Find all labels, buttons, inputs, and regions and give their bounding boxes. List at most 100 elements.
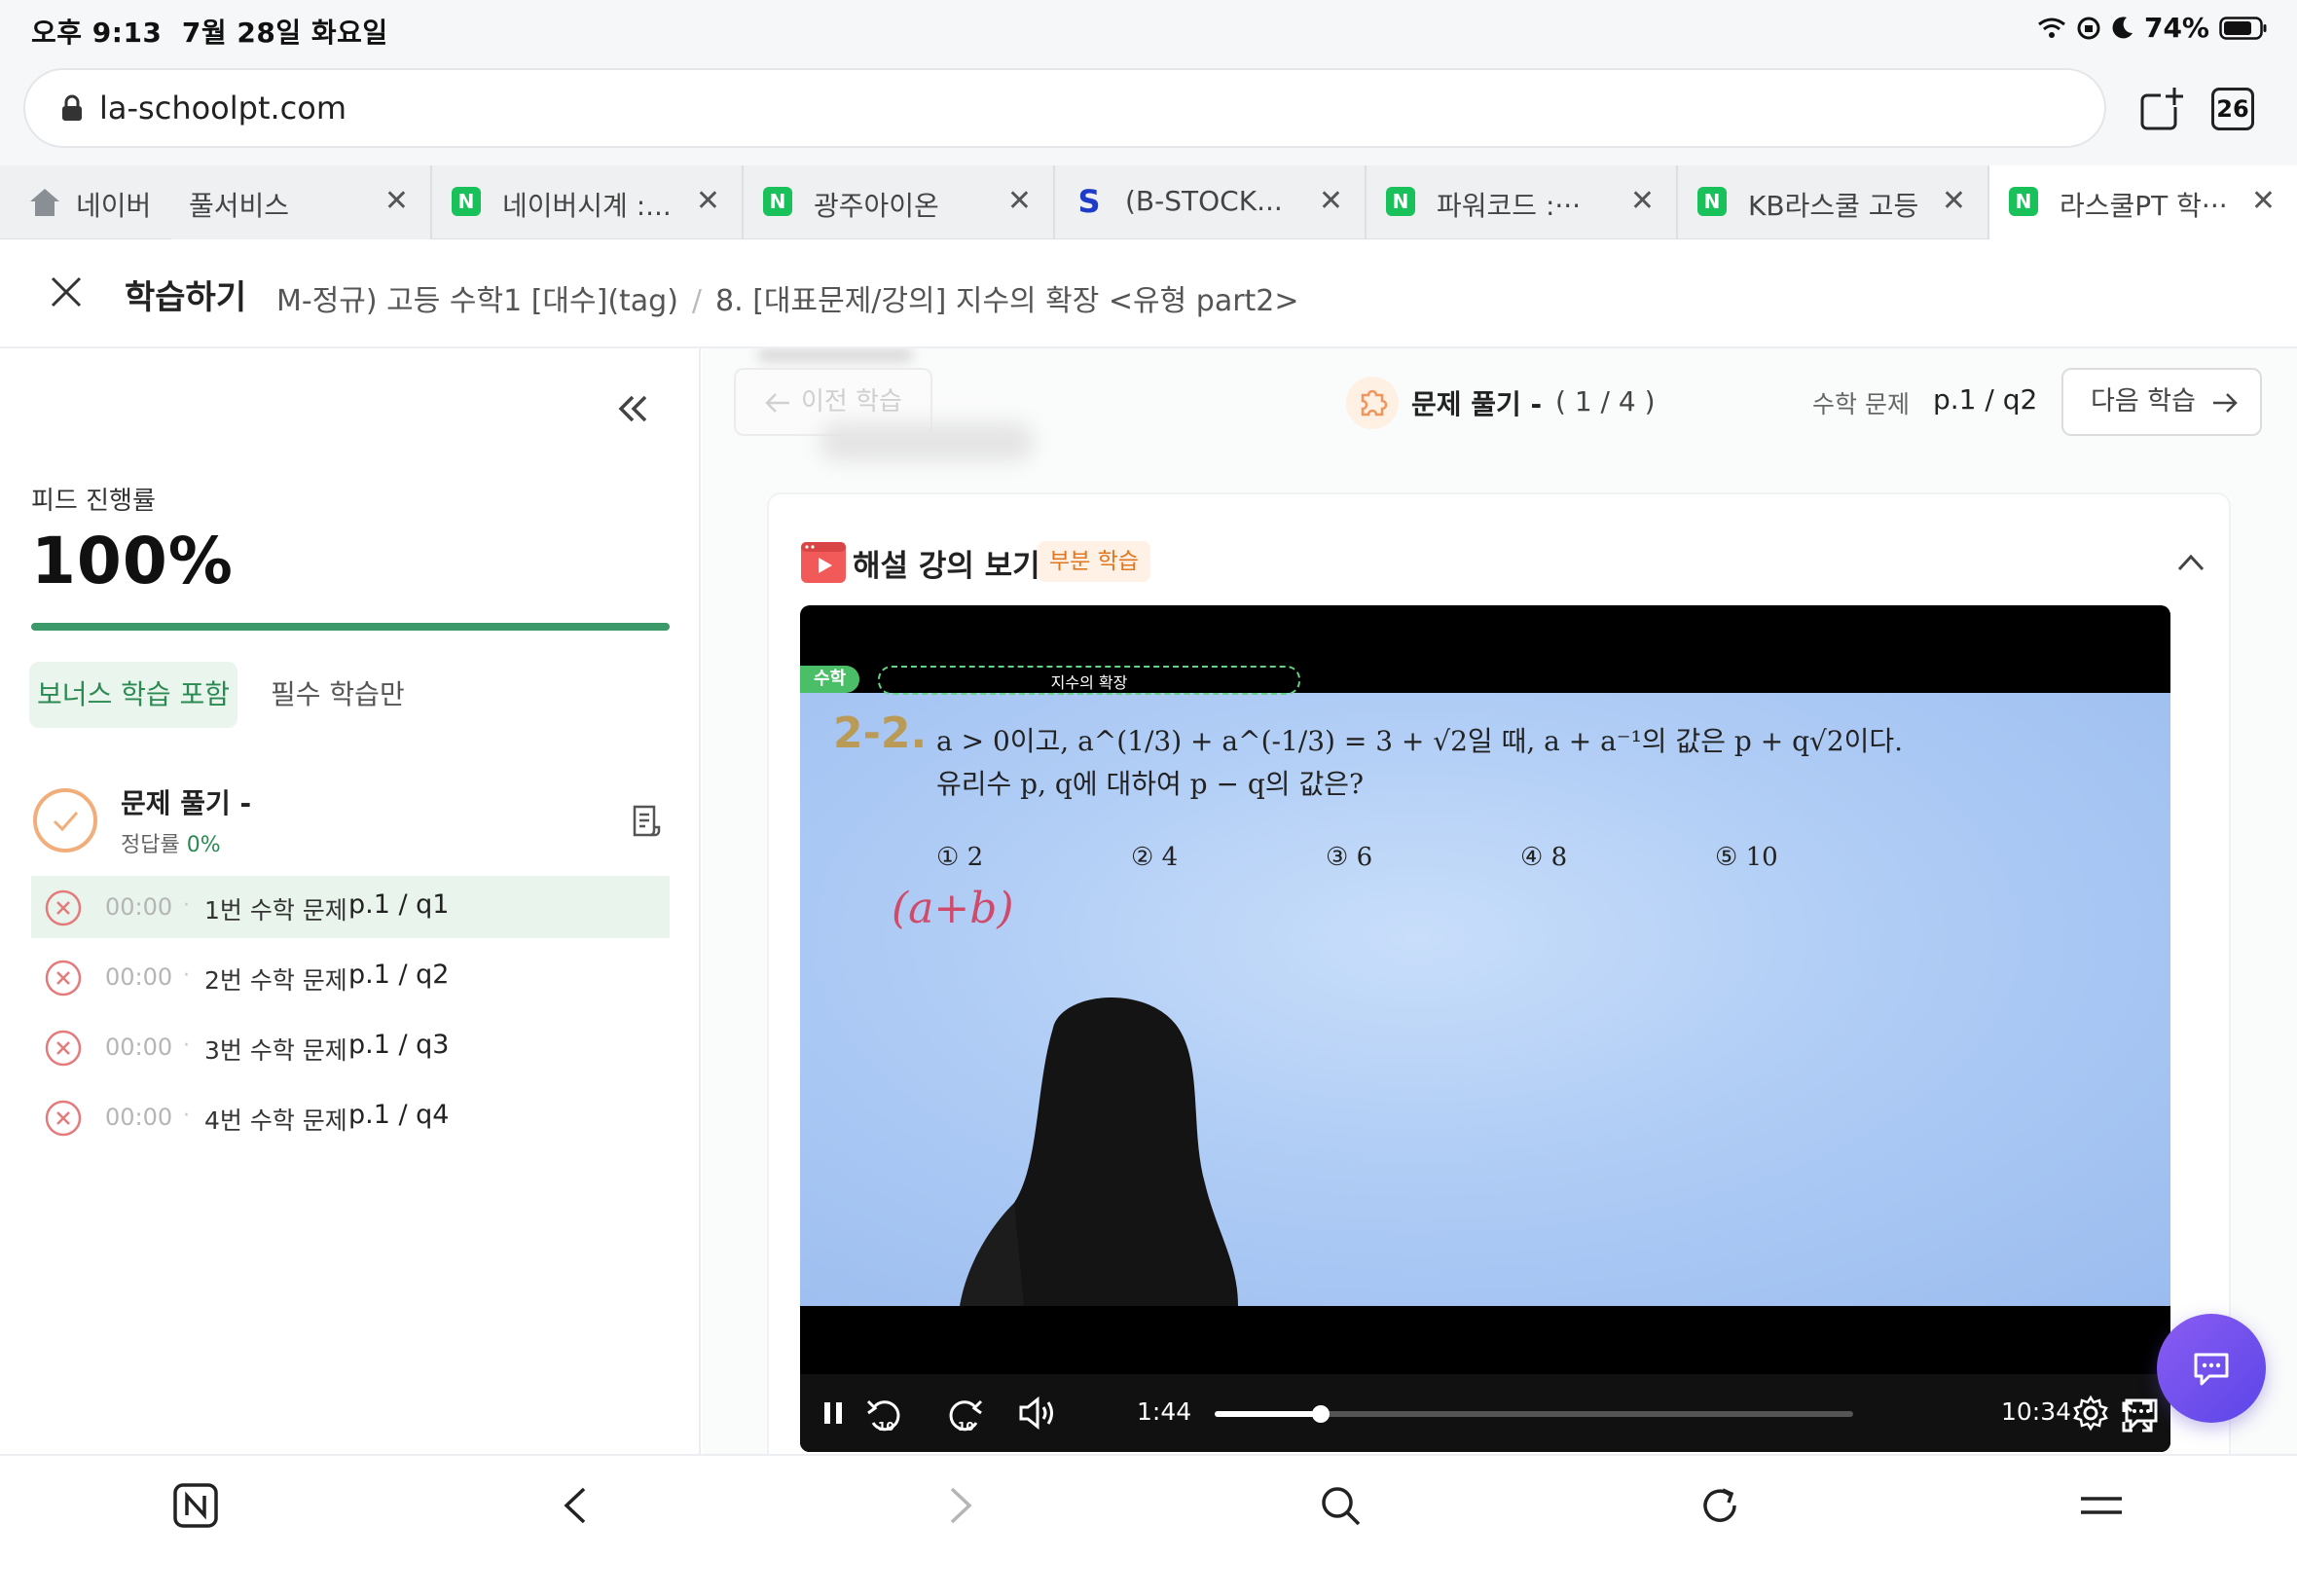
document-icon[interactable] [629,804,662,837]
screen-lock-icon [2076,16,2101,41]
teacher-figure [960,997,1238,1306]
video-topic: 지수의 확장 [1050,673,1128,692]
forward-icon[interactable] [934,1481,983,1530]
progress-value: 100% [31,524,234,598]
naver-n-icon[interactable] [171,1481,220,1530]
address-bar[interactable]: la-schoolpt.com [23,68,2106,148]
video-frame-whiteboard: 2-2. a > 0이고, a^(1/3) + a^(-1/3) = 3 + √… [800,693,2170,1306]
question-time: 00:00 [105,1034,173,1061]
video-choice-2: ② 4 [1131,843,1179,872]
tab-label: (B-STOCK... [1125,185,1283,217]
tab-label: KB라스쿨 고등 [1748,190,1919,222]
app-header: 학습하기 M-정규) 고등 수학1 [대수](tag) / 8. [대표문제/강의]… [0,239,2297,348]
x-circle-icon [45,889,82,926]
question-page: p.1 / q2 [348,960,450,990]
question-time: 00:00 [105,893,173,921]
blurred-overlay [757,348,913,362]
naver-n-icon: N [1697,187,1727,216]
chat-button[interactable] [2157,1314,2266,1423]
video-subject-tag: 수학 [800,666,860,693]
video-choice-4: ④ 8 [1520,843,1568,872]
question-row-3[interactable]: 00:00 · 3번 수학 문제 p.1 / q3 [31,1016,670,1078]
chevron-up-icon[interactable] [2176,553,2206,572]
browser-bottom-bar [0,1454,2297,1596]
accuracy-label: 정답률 [121,833,180,857]
naver-n-icon: N [763,187,792,216]
tab-label: 풀서비스 [189,190,290,222]
double-chevron-left-icon[interactable] [615,391,650,426]
seek-handle[interactable] [1311,1405,1330,1423]
question-row-1[interactable]: 00:00 · 1번 수학 문제 p.1 / q1 [31,876,670,938]
naver-n-icon: N [2009,187,2038,216]
tab-kb-laschool[interactable]: N KB라스쿨 고등 ✕ [1678,165,1987,239]
section-title: 문제 풀기 - [121,787,252,819]
separator-dot: · [183,1034,190,1058]
menu-icon[interactable] [2077,1481,2126,1530]
pause-icon[interactable] [814,1394,853,1433]
close-icon[interactable] [49,274,84,309]
tab-naver-home[interactable]: 네이버 [0,165,171,239]
forward-10-icon[interactable]: 10 [942,1394,985,1436]
back-icon[interactable] [553,1481,602,1530]
svg-text:10: 10 [878,1420,894,1433]
check-circle-icon [31,786,99,854]
problem-title: 문제 풀기 - [1411,388,1543,420]
tab-b-stock[interactable]: S (B-STOCK... ✕ [1055,165,1365,239]
tab-full-service[interactable]: 풀서비스 ✕ [171,165,430,239]
video-player[interactable]: 2-2. a > 0이고, a^(1/3) + a^(-1/3) = 3 + √… [800,605,2170,1452]
close-icon[interactable]: ✕ [384,187,409,216]
breadcrumb-course[interactable]: M-정규) 고등 수학1 [대수](tag) [276,284,678,318]
filter-required-button[interactable]: 필수 학습만 [271,662,405,728]
section-accuracy: 정답률 0% [121,827,221,858]
close-icon[interactable]: ✕ [1942,187,1966,216]
progress-fill [31,623,670,631]
lock-icon [60,93,84,123]
next-lesson-button[interactable]: 다음 학습 [2061,368,2262,436]
status-bar: 오후 9:13 7월 28일 화요일 74% [0,0,2297,60]
volume-icon[interactable] [1016,1394,1059,1433]
close-icon[interactable]: ✕ [1630,187,1655,216]
x-circle-icon [45,1030,82,1067]
browser-toolbar: la-schoolpt.com 26 [0,60,2297,165]
tab-strip: 네이버 풀서비스 ✕ N 네이버시계 :... ✕ N 광주아이온 ✕ S (B… [0,165,2297,239]
question-page: p.1 / q4 [348,1100,450,1130]
problem-category: 수학 문제 [1812,390,1910,418]
video-problem-line-1: a > 0이고, a^(1/3) + a^(-1/3) = 3 + √2일 때,… [936,725,1904,757]
video-problem-number: 2-2. [833,708,928,758]
tab-label: 네이버 [76,190,152,222]
close-icon[interactable]: ✕ [1007,187,1032,216]
close-icon[interactable]: ✕ [2251,187,2276,216]
home-icon [27,187,62,218]
tab-powercode[interactable]: N 파워코드 :··· ✕ [1367,165,1676,239]
tab-label: 네이버시계 :... [502,190,672,222]
fullscreen-icon[interactable] [2118,1397,2157,1436]
tab-naver-clock[interactable]: N 네이버시계 :... ✕ [432,165,742,239]
filter-bonus-button[interactable]: 보너스 학습 포함 [29,662,237,728]
question-row-4[interactable]: 00:00 · 4번 수학 문제 p.1 / q4 [31,1086,670,1148]
breadcrumb: M-정규) 고등 수학1 [대수](tag) / 8. [대표문제/강의] 지수의 … [276,276,1299,319]
video-problem-line-2: 유리수 p, q에 대하여 p − q의 값은? [936,768,1364,800]
tab-label: 파워코드 :··· [1437,190,1582,222]
refresh-icon[interactable] [1695,1481,1744,1530]
rewind-10-icon[interactable]: 10 [864,1394,907,1436]
arrow-right-icon [2213,393,2238,413]
video-play-icon [800,539,847,586]
search-icon[interactable] [1316,1481,1365,1530]
question-time: 00:00 [105,1104,173,1131]
total-time: 10:34 [2001,1397,2072,1426]
separator-dot: · [183,963,190,988]
seek-bar[interactable] [1215,1405,1853,1423]
video-choice-1: ① 2 [936,843,984,872]
prev-lesson-label: 이전 학습 [801,387,902,417]
gear-icon[interactable] [2071,1394,2110,1433]
close-icon[interactable]: ✕ [1319,187,1343,216]
naver-n-icon: N [1386,187,1415,216]
tab-count-button[interactable]: 26 [2211,88,2254,130]
close-icon[interactable]: ✕ [696,187,720,216]
new-tab-icon[interactable] [2139,86,2186,132]
tab-laschool-pt-active[interactable]: N 라스쿨PT 학··· ✕ [1989,165,2297,239]
puzzle-icon [1345,376,1400,430]
question-row-2[interactable]: 00:00 · 2번 수학 문제 p.1 / q2 [31,946,670,1008]
separator-dot: · [183,893,190,918]
tab-gwangju-ion[interactable]: N 광주아이온 ✕ [744,165,1053,239]
